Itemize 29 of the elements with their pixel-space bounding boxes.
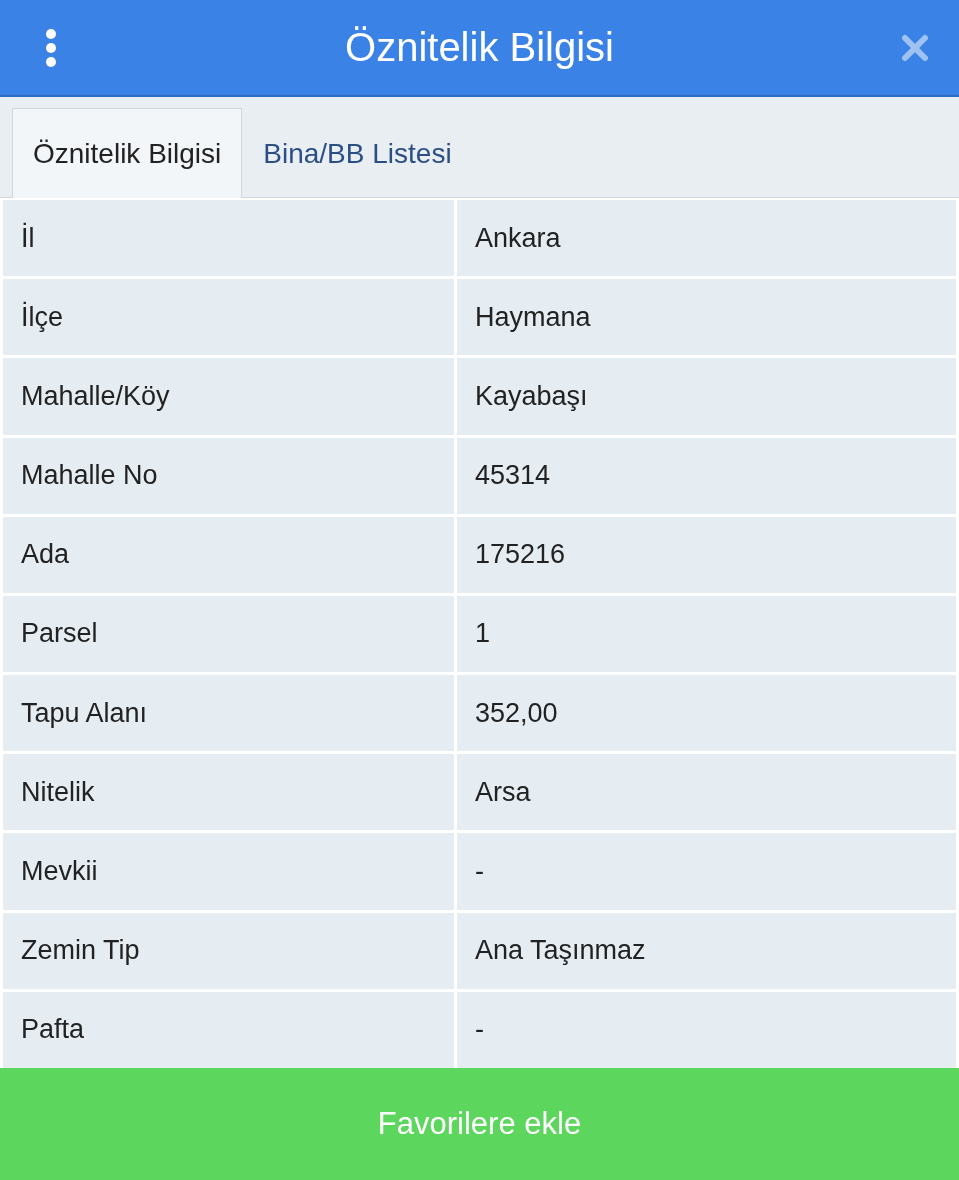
label-cell: Tapu Alanı — [3, 675, 454, 752]
menu-button[interactable] — [44, 27, 58, 68]
label-cell: Nitelik — [3, 754, 454, 831]
label-cell: Mahalle/Köy — [3, 358, 454, 435]
label-cell: Pafta — [3, 991, 454, 1068]
value-cell: Arsa — [457, 754, 956, 831]
label-cell: Zemin Tip — [3, 912, 454, 989]
value-cell: Ana Taşınmaz — [457, 912, 956, 989]
value-cell: Haymana — [457, 279, 956, 356]
label-cell: Mahalle No — [3, 437, 454, 514]
label-cell: İlçe — [3, 279, 454, 356]
label-cell: Ada — [3, 516, 454, 593]
menu-icon — [44, 27, 58, 68]
value-cell: 1 — [457, 595, 956, 673]
window-title: Öznitelik Bilgisi — [345, 25, 614, 70]
value-cell: Ankara — [457, 200, 956, 277]
value-cell: 175216 — [457, 516, 956, 593]
value-cell: 352,00 — [457, 675, 956, 752]
close-button[interactable] — [901, 33, 929, 62]
value-cell: - — [457, 833, 956, 910]
label-cell: İl — [3, 200, 454, 277]
value-cell: - — [457, 991, 956, 1068]
close-icon — [901, 33, 929, 62]
label-cell: Parsel — [3, 595, 454, 673]
tab[interactable]: Öznitelik Bilgisi — [12, 108, 243, 198]
value-cell: 45314 — [457, 437, 956, 514]
tab[interactable]: Bina/BB Listesi — [242, 108, 473, 198]
value-cell: Kayabaşı — [457, 358, 956, 435]
label-cell: Mevkii — [3, 833, 454, 910]
